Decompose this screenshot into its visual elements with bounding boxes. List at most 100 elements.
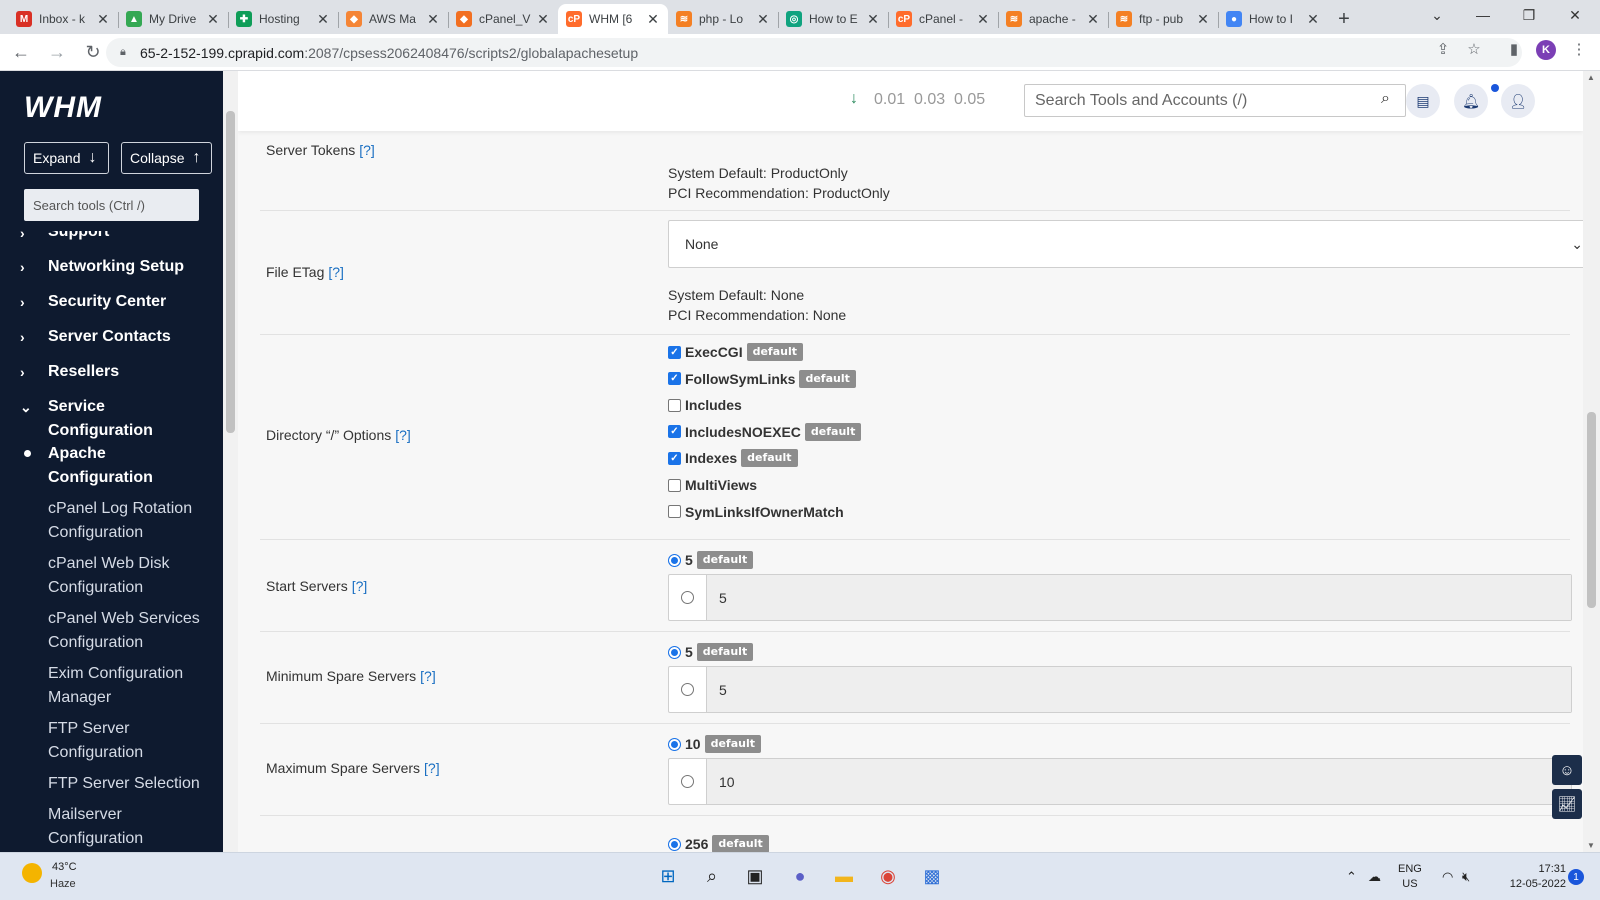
forward-icon[interactable]: → — [42, 37, 72, 67]
browser-tab[interactable]: ◎ How to E ✕ — [778, 4, 888, 34]
onedrive-icon[interactable]: ☁︎ — [1368, 869, 1381, 885]
notification-count-badge[interactable]: 1 — [1568, 869, 1584, 885]
weather-temperature[interactable]: 43°C — [52, 861, 77, 873]
checkbox-unchecked-icon[interactable] — [668, 505, 681, 519]
directory-option-checkbox[interactable]: ✓ ExecCGI default — [668, 342, 803, 362]
sidebar-scroll-thumb[interactable] — [226, 111, 235, 433]
sidebar-scrollbar[interactable] — [223, 71, 238, 852]
browser-tab[interactable]: ≋ ftp - pub ✕ — [1108, 4, 1218, 34]
tools-search-input[interactable] — [1024, 84, 1406, 117]
close-tab-icon[interactable]: ✕ — [206, 11, 220, 28]
custom-value-field[interactable]: 10 — [668, 758, 1572, 805]
default-radio[interactable] — [668, 737, 681, 751]
bookmark-star-icon[interactable]: ☆ — [1463, 38, 1485, 60]
reload-icon[interactable]: ↻ — [78, 37, 108, 67]
help-link[interactable]: [?] — [395, 427, 411, 443]
browser-tab[interactable]: ▲ My Drive ✕ — [118, 4, 228, 34]
close-tab-icon[interactable]: ✕ — [756, 11, 770, 28]
checkbox-unchecked-icon[interactable] — [668, 398, 681, 412]
search-icon[interactable]: ⌕ — [698, 862, 726, 890]
close-tab-icon[interactable]: ✕ — [316, 11, 330, 28]
collapse-button[interactable]: Collapse ↑ — [121, 142, 212, 174]
max-spare-servers-input[interactable]: 10 — [706, 759, 1571, 804]
custom-radio-cell[interactable] — [669, 575, 706, 620]
chrome-icon[interactable]: ◉ — [874, 862, 902, 890]
close-tab-icon[interactable]: ✕ — [976, 11, 990, 28]
custom-radio[interactable] — [681, 683, 694, 696]
system-clock[interactable]: 17:31 12-05-2022 — [1496, 862, 1566, 892]
lock-icon[interactable]: 🔒︎ — [120, 46, 136, 59]
directory-option-checkbox[interactable]: ✓ IncludesNOEXEC default — [668, 422, 862, 442]
address-bar[interactable]: 🔒︎ 65-2-152-199.cprapid.com:2087/cpsess2… — [106, 38, 1522, 67]
help-link[interactable]: [?] — [328, 264, 344, 280]
close-tab-icon[interactable]: ✕ — [866, 11, 880, 28]
browser-tab[interactable]: ≋ apache - ✕ — [998, 4, 1108, 34]
expand-button[interactable]: Expand ↓ — [24, 142, 109, 174]
directory-option-checkbox[interactable]: ✓ FollowSymLinks default — [668, 369, 856, 389]
directory-option-checkbox[interactable]: ✓ Indexes default — [668, 448, 798, 468]
directory-option-checkbox[interactable]: Includes — [668, 395, 742, 415]
windows-start-icon[interactable]: ⊞ — [654, 862, 682, 890]
default-radio[interactable] — [668, 837, 681, 851]
whm-logo[interactable]: WHM — [24, 91, 102, 125]
default-radio-option[interactable]: 5 default — [668, 550, 754, 570]
language-indicator[interactable]: ENG US — [1398, 862, 1422, 892]
close-tab-icon[interactable]: ✕ — [1196, 11, 1210, 28]
help-link[interactable]: [?] — [420, 668, 436, 684]
close-window-button[interactable]: ✕ — [1552, 0, 1598, 30]
browser-tab[interactable]: ◆ AWS Ma ✕ — [338, 4, 448, 34]
news-icon[interactable]: ▤ — [1406, 84, 1440, 118]
default-radio-option[interactable]: 5 default — [668, 642, 754, 662]
profile-avatar[interactable]: K — [1536, 40, 1556, 60]
checkbox-checked-icon[interactable]: ✓ — [668, 372, 681, 386]
file-etag-select[interactable]: None ⌄ — [668, 220, 1583, 268]
custom-radio[interactable] — [681, 775, 694, 788]
directory-option-checkbox[interactable]: MultiViews — [668, 475, 757, 495]
browser-tab[interactable]: ● How to I ✕ — [1218, 4, 1328, 34]
help-link[interactable]: [?] — [352, 578, 368, 594]
browser-tab[interactable]: ≋ php - Lo ✕ — [668, 4, 778, 34]
checkbox-checked-icon[interactable]: ✓ — [668, 345, 681, 359]
restore-button[interactable]: ❐ — [1506, 0, 1552, 30]
checkbox-checked-icon[interactable]: ✓ — [668, 451, 681, 465]
browser-tab[interactable]: M Inbox - k ✕ — [8, 4, 118, 34]
file-explorer-icon[interactable]: ▬ — [830, 862, 858, 890]
chatbot-icon[interactable]: ☺ — [1552, 755, 1582, 785]
main-scroll-thumb[interactable] — [1587, 412, 1596, 608]
search-icon[interactable]: ⌕ — [1381, 90, 1390, 108]
custom-radio[interactable] — [681, 591, 694, 604]
close-tab-icon[interactable]: ✕ — [96, 11, 110, 28]
network-app-icon[interactable]: ▩ — [918, 862, 946, 890]
weather-description[interactable]: Haze — [50, 878, 76, 890]
tray-overflow-icon[interactable]: ⌃ — [1346, 869, 1357, 885]
help-link[interactable]: [?] — [424, 760, 440, 776]
weather-sun-icon[interactable] — [22, 863, 42, 883]
share-icon[interactable]: ⇪ — [1432, 38, 1454, 60]
default-radio-option[interactable]: 256 default — [668, 834, 769, 852]
analytics-icon[interactable]: 📈︎ — [1552, 789, 1582, 819]
checkbox-checked-icon[interactable]: ✓ — [668, 425, 681, 439]
speaker-muted-icon[interactable]: 🔇︎ — [1462, 869, 1470, 885]
custom-radio-cell[interactable] — [669, 667, 706, 712]
default-radio[interactable] — [668, 553, 681, 567]
teams-chat-icon[interactable]: ● — [786, 862, 814, 890]
browser-tab[interactable]: ✚ Hosting ✕ — [228, 4, 338, 34]
close-tab-icon[interactable]: ✕ — [1086, 11, 1100, 28]
checkbox-unchecked-icon[interactable] — [668, 478, 681, 492]
main-scrollbar[interactable]: ▲ ▼ — [1583, 71, 1600, 852]
close-tab-icon[interactable]: ✕ — [1306, 11, 1320, 28]
custom-radio-cell[interactable] — [669, 759, 706, 804]
sidebar-search-input[interactable] — [24, 189, 199, 221]
custom-value-field[interactable]: 5 — [668, 666, 1572, 713]
scroll-down-icon[interactable]: ▼ — [1587, 841, 1595, 850]
task-view-icon[interactable]: ▣ — [741, 862, 769, 890]
default-radio[interactable] — [668, 645, 681, 659]
browser-tab[interactable]: cP cPanel - ✕ — [888, 4, 998, 34]
min-spare-servers-input[interactable]: 5 — [706, 667, 1571, 712]
custom-value-field[interactable]: 5 — [668, 574, 1572, 621]
start-servers-input[interactable]: 5 — [706, 575, 1571, 620]
minimize-button[interactable]: — — [1460, 0, 1506, 30]
wifi-icon[interactable]: ◠ — [1442, 869, 1453, 885]
default-radio-option[interactable]: 10 default — [668, 734, 761, 754]
side-panel-icon[interactable]: ▮ — [1503, 38, 1525, 60]
